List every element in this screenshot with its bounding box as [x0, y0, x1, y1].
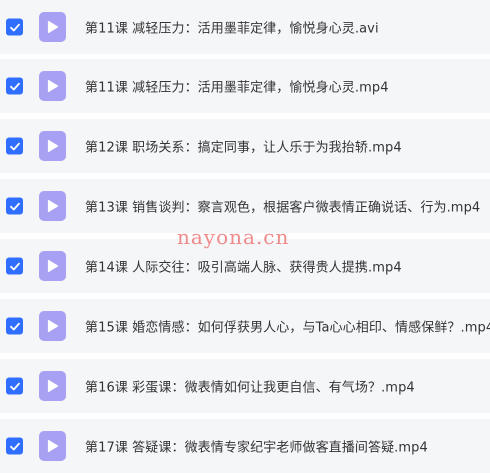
watermark-text: nayona.cn	[177, 225, 290, 249]
video-play-icon	[39, 371, 66, 401]
video-play-icon	[39, 12, 66, 42]
video-play-icon	[39, 251, 66, 281]
video-play-icon	[39, 431, 66, 461]
checkmark-icon	[9, 322, 20, 330]
file-name[interactable]: 第15课 婚恋情感：如何俘获男人心，与Ta心心相印、情感保鲜？.mp4	[85, 317, 490, 336]
file-name[interactable]: 第16课 彩蛋课：微表情如何让我更自信、有气场？.mp4	[85, 377, 415, 396]
file-row[interactable]: 第11课 减轻压力：活用墨菲定律，愉悦身心灵.avi	[0, 0, 490, 54]
file-checkbox[interactable]	[6, 18, 23, 36]
file-checkbox[interactable]	[6, 377, 23, 395]
video-play-icon	[39, 311, 66, 341]
video-play-icon	[39, 131, 66, 161]
checkmark-icon	[9, 262, 20, 270]
file-row[interactable]: 第11课 减轻压力：活用墨菲定律，愉悦身心灵.mp4	[0, 59, 490, 113]
checkmark-icon	[9, 82, 20, 90]
file-name[interactable]: 第14课 人际交往：吸引高端人脉、获得贵人提携.mp4	[85, 257, 402, 276]
checkmark-icon	[9, 23, 20, 31]
file-checkbox[interactable]	[6, 197, 23, 215]
file-name[interactable]: 第13课 销售谈判：察言观色，根据客户微表情正确说话、行为.mp4	[85, 197, 480, 216]
file-row[interactable]: 第12课 职场关系：搞定同事，让人乐于为我抬轿.mp4	[0, 119, 490, 173]
checkmark-icon	[9, 202, 20, 210]
checkmark-icon	[9, 142, 20, 150]
file-checkbox[interactable]	[6, 77, 23, 95]
video-play-icon	[39, 191, 66, 221]
file-row[interactable]: 第16课 彩蛋课：微表情如何让我更自信、有气场？.mp4	[0, 359, 490, 413]
file-checkbox[interactable]	[6, 257, 23, 275]
file-checkbox[interactable]	[6, 317, 23, 335]
file-checkbox[interactable]	[6, 437, 23, 455]
file-row[interactable]: 第15课 婚恋情感：如何俘获男人心，与Ta心心相印、情感保鲜？.mp4	[0, 299, 490, 353]
file-row[interactable]: 第17课 答疑课：微表情专家纪宇老师做客直播间答疑.mp4	[0, 419, 490, 473]
file-name[interactable]: 第17课 答疑课：微表情专家纪宇老师做客直播间答疑.mp4	[85, 437, 428, 456]
file-checkbox[interactable]	[6, 137, 23, 155]
checkmark-icon	[9, 442, 20, 450]
video-play-icon	[39, 71, 66, 101]
file-name[interactable]: 第11课 减轻压力：活用墨菲定律，愉悦身心灵.avi	[85, 18, 379, 37]
file-name[interactable]: 第12课 职场关系：搞定同事，让人乐于为我抬轿.mp4	[85, 137, 402, 156]
checkmark-icon	[9, 382, 20, 390]
file-name[interactable]: 第11课 减轻压力：活用墨菲定律，愉悦身心灵.mp4	[85, 77, 389, 96]
